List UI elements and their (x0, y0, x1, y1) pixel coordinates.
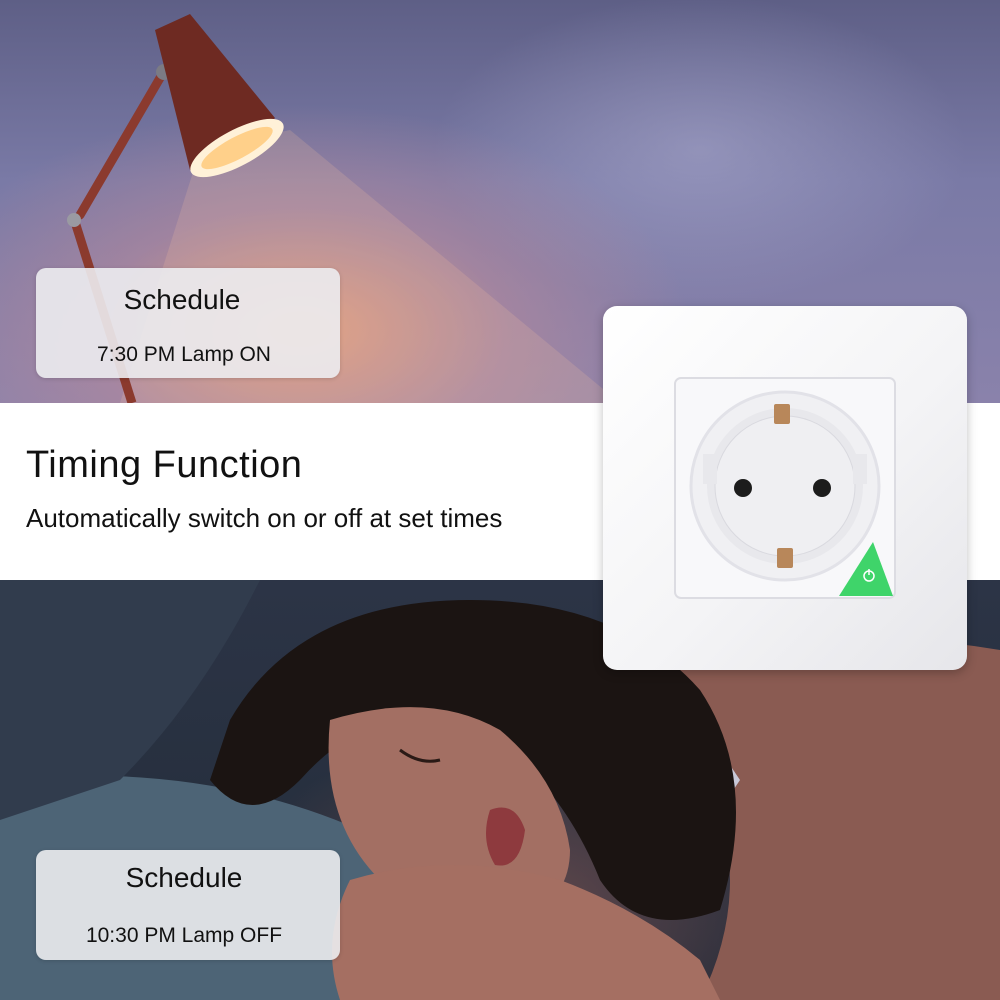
banner-title: Timing Function (26, 444, 303, 486)
schedule-on-card: Schedule 7:30 PM Lamp ON (36, 268, 340, 378)
schedule-on-title: Schedule (123, 284, 241, 315)
schuko-socket-icon (674, 377, 896, 599)
schedule-off-card: Schedule 10:30 PM Lamp OFF (36, 850, 340, 960)
schedule-off-title: Schedule (125, 862, 243, 893)
schedule-on-line: 7:30 PM Lamp ON (97, 343, 271, 366)
schedule-off-line: 10:30 PM Lamp OFF (85, 924, 283, 947)
banner-subtitle: Automatically switch on or off at set ti… (26, 503, 503, 533)
